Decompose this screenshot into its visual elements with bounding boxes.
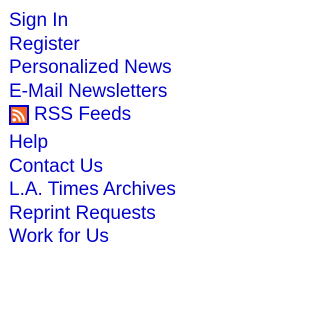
- list-item: Contact Us: [9, 155, 176, 179]
- rss-feeds-label[interactable]: RSS Feeds: [34, 103, 131, 127]
- help-link[interactable]: Help: [9, 132, 48, 153]
- list-item: Work for Us: [9, 225, 176, 249]
- email-newsletters-link[interactable]: E-Mail Newsletters: [9, 81, 167, 102]
- rss-feeds-link[interactable]: RSS Feeds: [9, 103, 131, 127]
- list-item: Personalized News: [9, 56, 176, 80]
- register-link[interactable]: Register: [9, 34, 80, 55]
- personalized-news-link[interactable]: Personalized News: [9, 57, 172, 78]
- list-item: L.A. Times Archives: [9, 178, 176, 202]
- list-item: E-Mail Newsletters: [9, 80, 176, 104]
- list-item: Register: [9, 33, 176, 57]
- list-item: Reprint Requests: [9, 202, 176, 226]
- sign-in-link[interactable]: Sign In: [9, 10, 68, 31]
- rss-icon[interactable]: [9, 104, 29, 125]
- site-links-list: Sign In Register Personalized News E-Mai…: [9, 9, 176, 249]
- work-for-us-link[interactable]: Work for Us: [9, 226, 109, 247]
- list-item: Help: [9, 131, 176, 155]
- list-item: Sign In: [9, 9, 176, 33]
- la-times-archives-link[interactable]: L.A. Times Archives: [9, 179, 176, 200]
- contact-us-link[interactable]: Contact Us: [9, 156, 103, 177]
- reprint-requests-link[interactable]: Reprint Requests: [9, 203, 156, 224]
- list-item: RSS Feeds: [9, 103, 176, 131]
